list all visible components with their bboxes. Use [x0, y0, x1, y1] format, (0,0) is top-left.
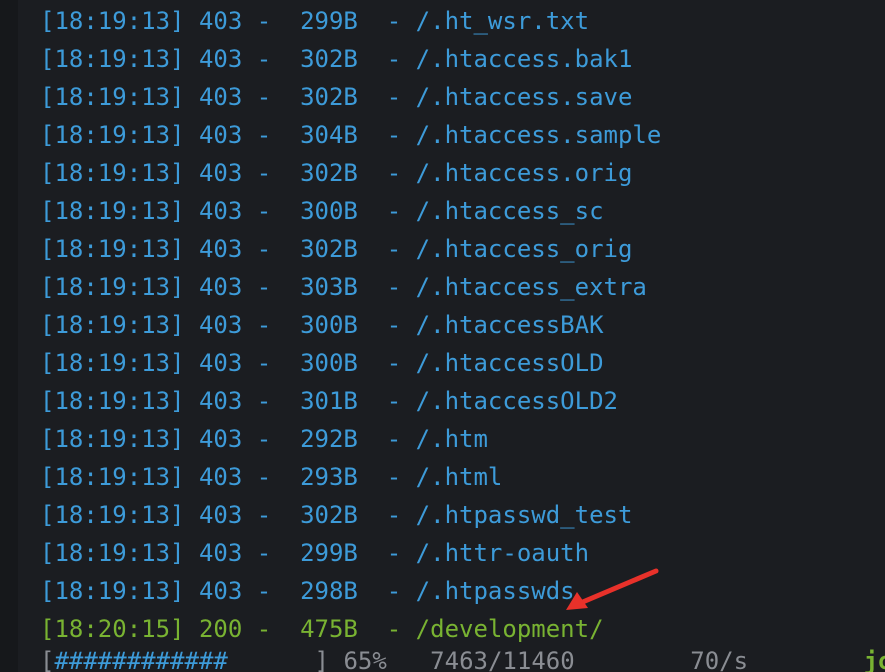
log-line: [18:19:13] 403 - 302B - /.htpasswd_test	[40, 501, 633, 529]
log-line: [18:19:13] 403 - 293B - /.html	[40, 463, 503, 491]
log-line: [18:19:13] 403 - 303B - /.htaccess_extra	[40, 273, 647, 301]
progress-percent: 65%	[343, 647, 387, 672]
log-line: [18:19:13] 403 - 299B - /.httr-oauth	[40, 539, 590, 567]
progress-count: 7463/11460	[430, 647, 575, 672]
progress-bar-fill: ############	[54, 647, 228, 672]
scan-output: [18:19:13] 403 - 299B - /.ht_wsr.txt [18:…	[40, 2, 661, 648]
terminal-gutter	[0, 0, 18, 672]
progress-rate: 70/s	[690, 647, 749, 672]
log-line: [18:19:13] 403 - 299B - /.ht_wsr.txt	[40, 7, 590, 35]
log-line: [18:19:13] 403 - 302B - /.htaccess.save	[40, 83, 633, 111]
terminal-window[interactable]: [18:19:13] 403 - 299B - /.ht_wsr.txt [18:…	[0, 0, 885, 672]
progress-bar-empty	[228, 647, 315, 672]
progress-open-bracket: [	[40, 647, 55, 672]
progress-close-bracket: ]	[314, 647, 329, 672]
log-line: [18:19:13] 403 - 300B - /.htaccessBAK	[40, 311, 604, 339]
log-line: [18:19:13] 403 - 292B - /.htm	[40, 425, 488, 453]
log-line: [18:19:13] 403 - 300B - /.htaccessOLD	[40, 349, 604, 377]
progress-line: [############ ] 65% 7463/11460 70/s job	[40, 642, 885, 672]
log-line: [18:19:13] 403 - 302B - /.htaccess_orig	[40, 235, 633, 263]
job-label: job	[863, 647, 885, 672]
log-line: [18:19:13] 403 - 301B - /.htaccessOLD2	[40, 387, 618, 415]
log-line: [18:19:13] 403 - 302B - /.htaccess.bak1	[40, 45, 633, 73]
log-line: [18:19:13] 403 - 300B - /.htaccess_sc	[40, 197, 604, 225]
log-line: [18:19:13] 403 - 298B - /.htpasswds	[40, 577, 575, 605]
log-line: [18:19:13] 403 - 304B - /.htaccess.sampl…	[40, 121, 662, 149]
log-line: [18:19:13] 403 - 302B - /.htaccess.orig	[40, 159, 633, 187]
